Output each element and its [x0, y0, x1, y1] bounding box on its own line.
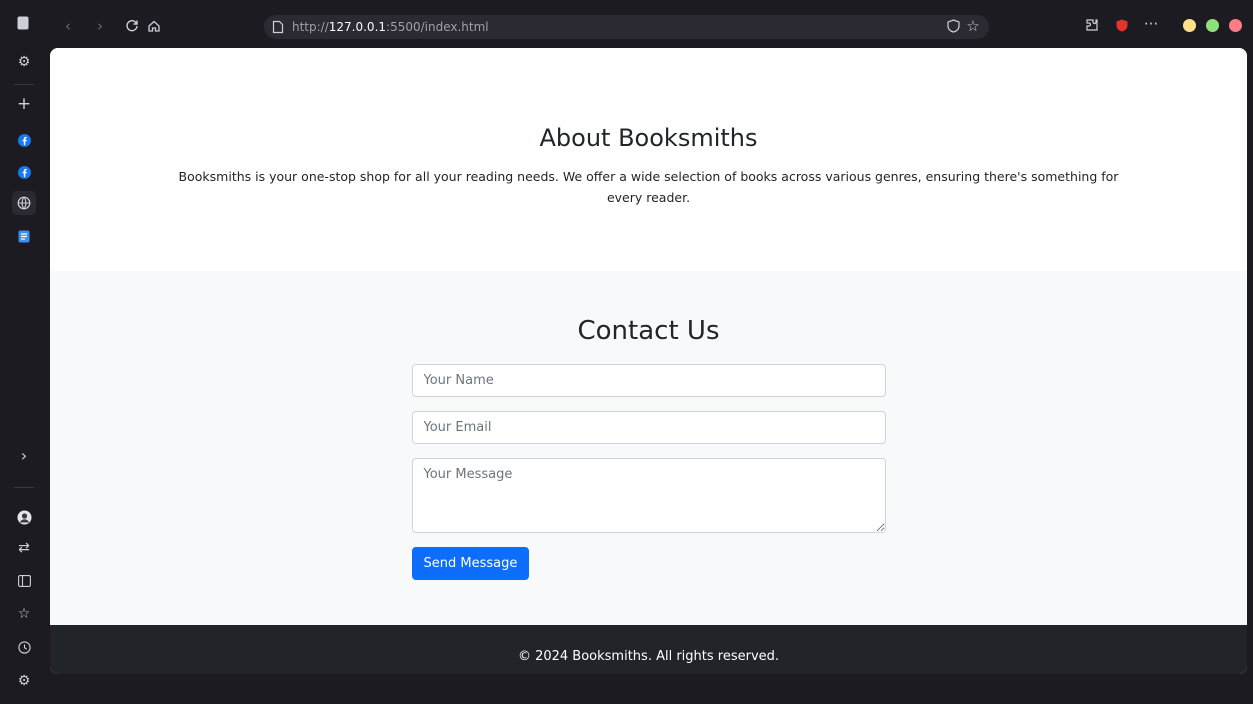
message-textarea[interactable]	[411, 458, 886, 533]
url-text: http://127.0.0.1:5500/index.html	[292, 20, 489, 34]
about-text: Booksmiths is your one-stop shop for all…	[178, 169, 1119, 205]
page-info-icon[interactable]	[272, 20, 284, 34]
page-viewport: About Booksmiths Booksmiths is your one-…	[50, 48, 1247, 674]
extensions-icon[interactable]	[1083, 14, 1101, 36]
home-icon[interactable]	[144, 15, 164, 37]
contact-form: Send Message	[411, 364, 886, 580]
browser-toolbar: ‹ › http://127.0.0.1:5500/index.html ☆ ·…	[0, 0, 1253, 50]
settings-icon[interactable]: ⚙	[12, 50, 36, 74]
sidebar-divider	[14, 487, 34, 488]
close-icon[interactable]	[1229, 19, 1242, 32]
preferences-icon[interactable]: ⚙	[12, 669, 36, 693]
send-message-button[interactable]: Send Message	[411, 547, 530, 580]
contact-section: Contact Us Send Message	[50, 271, 1247, 625]
bookmarks-icon[interactable]: ☆	[12, 602, 36, 626]
expand-sidebar-icon[interactable]: ›	[12, 443, 36, 467]
contact-title: Contact Us	[577, 316, 720, 346]
forward-icon[interactable]: ›	[90, 15, 110, 37]
bookmark-star-icon[interactable]: ☆	[964, 15, 982, 37]
globe-icon[interactable]	[12, 191, 36, 215]
history-icon[interactable]	[12, 635, 36, 659]
email-input[interactable]	[411, 411, 886, 444]
panel-layout-icon[interactable]	[12, 569, 36, 593]
ublock-icon[interactable]	[1113, 14, 1131, 36]
facebook-icon[interactable]	[12, 128, 36, 152]
url-bar[interactable]: http://127.0.0.1:5500/index.html	[264, 15, 989, 39]
reload-icon[interactable]	[122, 15, 142, 37]
name-input[interactable]	[411, 364, 886, 397]
browser-sidebar: ⚙ + › ⇄ ☆ ⚙	[0, 50, 48, 704]
about-section: About Booksmiths Booksmiths is your one-…	[50, 48, 1247, 271]
maximize-icon[interactable]	[1206, 19, 1219, 32]
notes-icon[interactable]	[12, 224, 36, 248]
facebook-icon[interactable]	[12, 160, 36, 184]
sidebar-toggle-icon[interactable]	[13, 12, 33, 34]
tracking-protection-icon[interactable]	[944, 15, 962, 37]
footer-text: © 2024 Booksmiths. All rights reserved.	[517, 649, 780, 664]
sidebar-divider	[14, 84, 34, 85]
sync-icon[interactable]: ⇄	[12, 536, 36, 560]
page-footer: © 2024 Booksmiths. All rights reserved.	[50, 625, 1247, 674]
minimize-icon[interactable]	[1183, 19, 1196, 32]
account-avatar-icon[interactable]	[12, 505, 36, 529]
back-icon[interactable]: ‹	[58, 15, 78, 37]
add-panel-icon[interactable]: +	[12, 92, 36, 116]
about-title: About Booksmiths	[539, 124, 758, 152]
overflow-menu-icon[interactable]: ···	[1142, 13, 1160, 35]
